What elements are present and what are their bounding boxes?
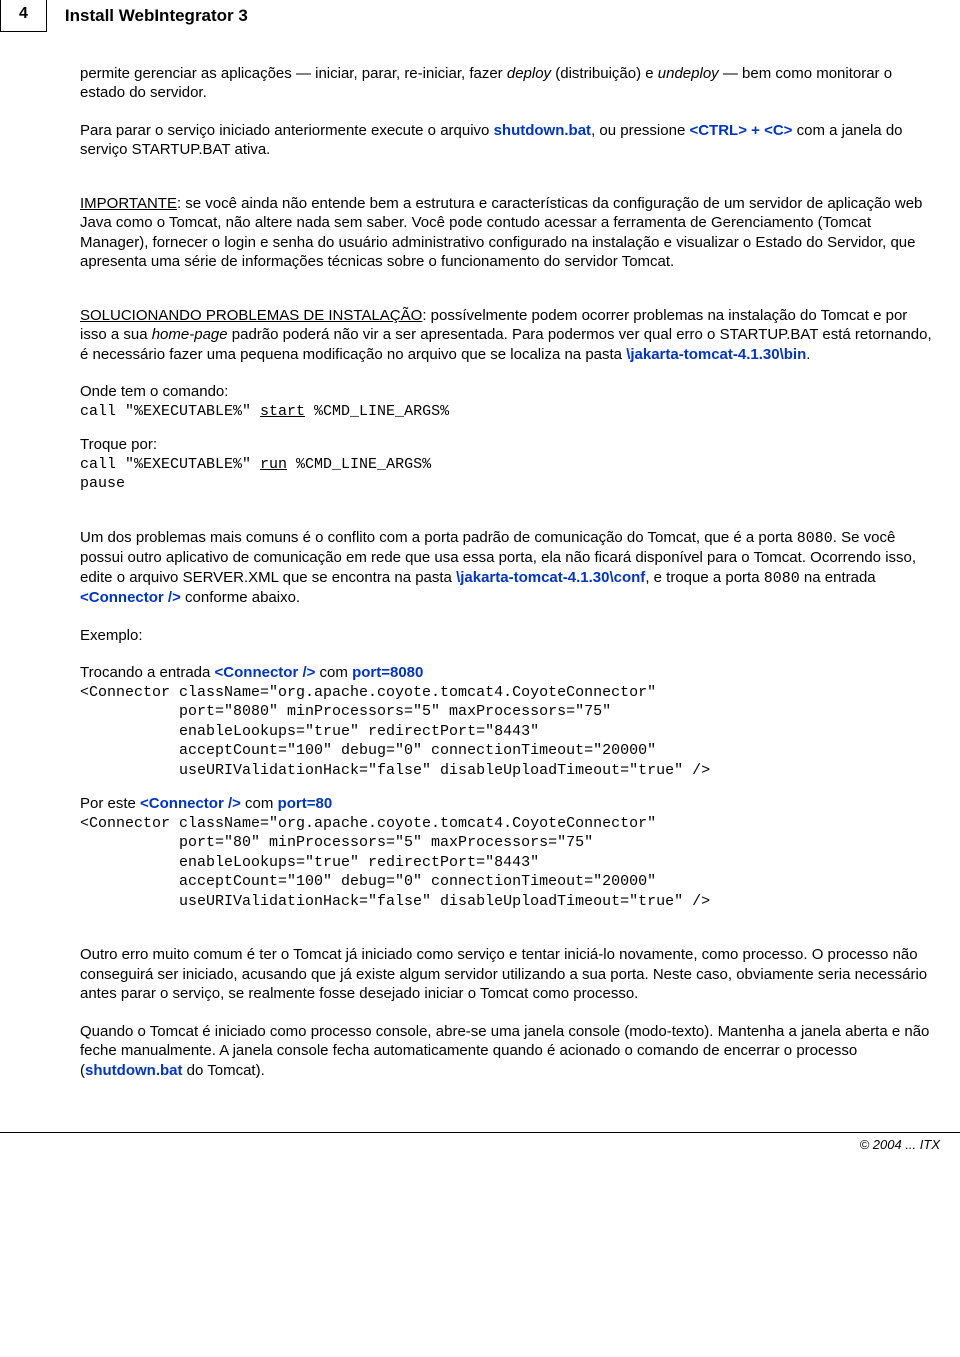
text: conforme abaixo. — [181, 589, 300, 606]
text-port: port=8080 — [352, 664, 423, 681]
label-replace-with: Troque por: — [80, 435, 934, 455]
paragraph-important: IMPORTANTE: se você ainda não entende be… — [80, 194, 934, 272]
text: (distribuição) e — [551, 65, 658, 82]
code-text: call "%EXECUTABLE%" — [80, 456, 260, 473]
text: na entrada — [800, 569, 876, 586]
code-text: %CMD_LINE_ARGS% — [287, 456, 431, 473]
code-block-connector-8080: <Connector className="org.apache.coyote.… — [80, 683, 934, 781]
label-important: IMPORTANTE — [80, 195, 177, 212]
paragraph-intro: permite gerenciar as aplicações — inicia… — [80, 64, 934, 103]
text-path: \jakarta-tomcat-4.1.30\conf — [456, 569, 645, 586]
text-italic: undeploy — [658, 65, 719, 82]
text-filename: shutdown.bat — [85, 1062, 183, 1079]
text: permite gerenciar as aplicações — inicia… — [80, 65, 507, 82]
text-port: port=80 — [278, 795, 333, 812]
text-italic: deploy — [507, 65, 551, 82]
text: , e troque a porta — [645, 569, 763, 586]
text: , ou pressione — [591, 122, 689, 139]
code-inline: 8080 — [764, 570, 800, 587]
footer-copyright: © 2004 ... ITX — [0, 1133, 960, 1160]
code-pause: pause — [80, 474, 934, 494]
label-replace-80: Por este <Connector /> com port=80 — [80, 794, 934, 814]
code-text: call "%EXECUTABLE%" — [80, 403, 260, 420]
paragraph-troubleshoot: SOLUCIONANDO PROBLEMAS DE INSTALAÇÃO: po… — [80, 306, 934, 365]
code-text: %CMD_LINE_ARGS% — [305, 403, 449, 420]
document-body: permite gerenciar as aplicações — inicia… — [0, 64, 960, 1081]
text: : se você ainda não entende bem a estrut… — [80, 195, 922, 271]
text-tag: <Connector /> — [80, 589, 181, 606]
text-tag: <Connector /> — [140, 795, 241, 812]
page-number: 4 — [0, 0, 47, 32]
footer: © 2004 ... ITX — [0, 1132, 960, 1160]
header-row: 4 Install WebIntegrator 3 — [0, 0, 960, 32]
code-block-connector-80: <Connector className="org.apache.coyote.… — [80, 814, 934, 912]
text: Trocando a entrada — [80, 664, 215, 681]
label-troubleshoot: SOLUCIONANDO PROBLEMAS DE INSTALAÇÃO — [80, 307, 422, 324]
text-keystroke: <CTRL> + <C> — [689, 122, 792, 139]
paragraph-port-conflict: Um dos problemas mais comuns é o conflit… — [80, 528, 934, 608]
code-block-run: call "%EXECUTABLE%" run %CMD_LINE_ARGS% — [80, 455, 934, 475]
text-tag: <Connector /> — [215, 664, 316, 681]
code-underline: start — [260, 403, 305, 420]
paragraph-stop-service: Para parar o serviço iniciado anteriorme… — [80, 121, 934, 160]
code-inline: 8080 — [797, 530, 833, 547]
paragraph-console-mode: Quando o Tomcat é iniciado como processo… — [80, 1022, 934, 1081]
text: com — [315, 664, 352, 681]
code-underline: run — [260, 456, 287, 473]
code-block-start: call "%EXECUTABLE%" start %CMD_LINE_ARGS… — [80, 402, 934, 422]
text: Por este — [80, 795, 140, 812]
label-example: Exemplo: — [80, 626, 934, 646]
text: . — [806, 346, 810, 363]
text-path: \jakarta-tomcat-4.1.30\bin — [626, 346, 806, 363]
text: do Tomcat). — [183, 1062, 265, 1079]
text-italic: home-page — [152, 326, 228, 343]
page-title: Install WebIntegrator 3 — [65, 5, 248, 27]
paragraph-service-conflict: Outro erro muito comum é ter o Tomcat já… — [80, 945, 934, 1004]
label-where-command: Onde tem o comando: — [80, 382, 934, 402]
text: Para parar o serviço iniciado anteriorme… — [80, 122, 494, 139]
text: Um dos problemas mais comuns é o conflit… — [80, 529, 797, 546]
text: com — [241, 795, 278, 812]
text-filename: shutdown.bat — [494, 122, 592, 139]
label-replace-8080: Trocando a entrada <Connector /> com por… — [80, 663, 934, 683]
